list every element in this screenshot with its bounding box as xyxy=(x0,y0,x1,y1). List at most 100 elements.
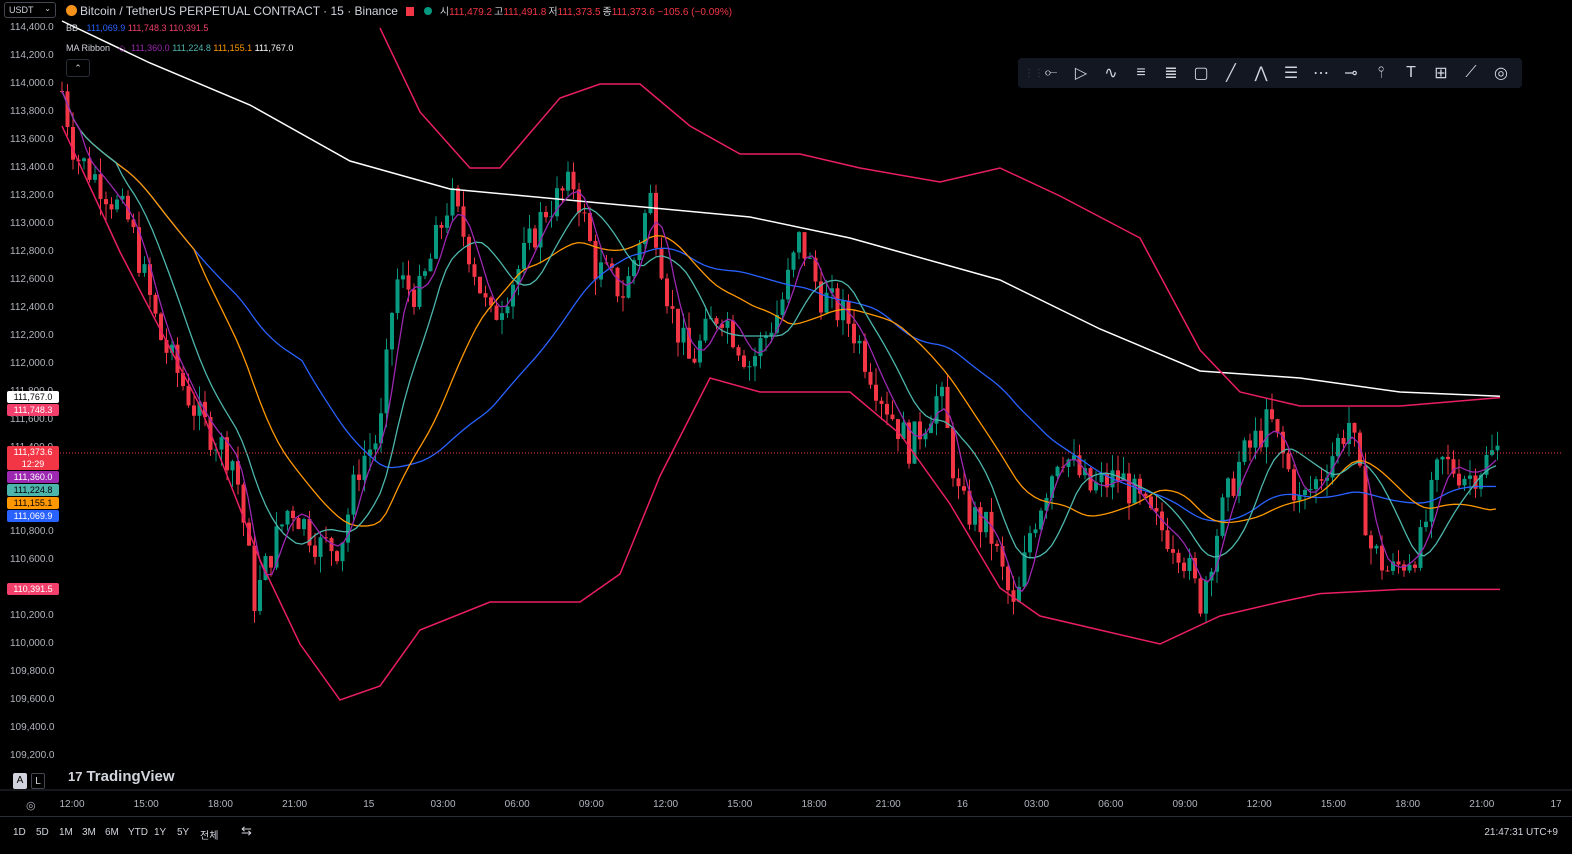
range-button-1M[interactable]: 1M xyxy=(59,827,73,838)
ohlc-value: 111,479.2 xyxy=(449,7,493,18)
price-badge: 110,391.5 xyxy=(7,583,59,596)
candles-layer xyxy=(60,81,1500,624)
price-tick-label: 112,000.0 xyxy=(10,358,54,369)
range-button-YTD[interactable]: YTD xyxy=(128,827,148,838)
range-button-1Y[interactable]: 1Y xyxy=(154,827,166,838)
ma-ribbon-legend[interactable]: MA Ribbon ◇ 111,360.0 111,224.8 111,155.… xyxy=(66,43,293,54)
symbol-title[interactable]: Bitcoin / TetherUS PERPETUAL CONTRACT · … xyxy=(66,3,732,18)
candle-body xyxy=(472,264,477,277)
candle-body xyxy=(841,300,845,321)
brush-icon[interactable]: ⟋ xyxy=(1456,61,1486,85)
trend-angle-icon[interactable]: ▷ xyxy=(1066,61,1096,85)
candle-body xyxy=(296,518,301,530)
time-tick-label: 18:00 xyxy=(1395,799,1421,810)
price-badge: 111,069.9 xyxy=(7,509,59,522)
candle-body xyxy=(1374,545,1379,549)
pitchfork-icon[interactable]: ⫯ xyxy=(1366,61,1396,85)
candle-body xyxy=(1204,580,1208,614)
flag-icon[interactable] xyxy=(405,7,414,16)
candle-body xyxy=(571,171,576,190)
time-tick-label: 18:00 xyxy=(207,799,233,810)
tradingview-logo[interactable]: 17 TradingView xyxy=(68,768,175,785)
fib-retracement-icon[interactable]: ☰ xyxy=(1276,61,1306,85)
candle-body xyxy=(104,199,108,205)
candle-body xyxy=(1033,529,1038,534)
range-button-3M[interactable]: 3M xyxy=(82,827,96,838)
candle-body xyxy=(335,551,339,562)
ma-purple-line xyxy=(61,90,1497,593)
market-status-icon xyxy=(423,7,432,15)
text-icon[interactable]: T xyxy=(1396,61,1426,85)
price-badge-text: 111,069.9 xyxy=(13,510,53,521)
clock[interactable]: 21:47:31 UTC+9 xyxy=(1484,827,1558,838)
candle-body xyxy=(291,510,295,519)
candle-body xyxy=(808,257,812,259)
candle-body xyxy=(456,188,460,207)
candle-body xyxy=(1182,562,1186,572)
price-tick-label: 112,800.0 xyxy=(10,246,54,257)
candle-body xyxy=(1462,478,1467,486)
candle-body xyxy=(1418,527,1423,568)
candle-body xyxy=(269,556,273,568)
time-tick-label: 15:00 xyxy=(133,799,159,810)
price-tick-label: 113,800.0 xyxy=(10,106,54,117)
candle-body xyxy=(1226,478,1230,498)
price-badge-text: 111,373.6 xyxy=(13,446,53,457)
quote-selector[interactable]: USDT ⌄ xyxy=(4,2,56,18)
circle-target-icon[interactable]: ◎ xyxy=(1486,61,1516,85)
range-button-6M[interactable]: 6M xyxy=(105,827,119,838)
range-button-전체[interactable]: 전체 xyxy=(200,827,218,842)
collapse-legend-button[interactable]: ⌃ xyxy=(66,59,90,77)
drag-handle-icon[interactable]: ⋮⋮ xyxy=(1024,68,1044,79)
candle-body xyxy=(890,414,895,420)
cross-line-icon[interactable]: ⊸ xyxy=(1336,61,1366,85)
time-tick-label: 06:00 xyxy=(1098,799,1124,810)
price-badge: 111,748.3 xyxy=(7,403,59,416)
fib-fan-icon[interactable]: ≣ xyxy=(1156,61,1186,85)
bb-legend[interactable]: BB 111,069.9 111,748.3 110,391.5 xyxy=(66,23,208,33)
arrow-path-icon[interactable]: ∿ xyxy=(1096,61,1126,85)
candle-body xyxy=(98,174,103,200)
timezone-settings-icon[interactable]: ◎ xyxy=(26,799,36,812)
range-button-5D[interactable]: 5D xyxy=(36,827,49,838)
chevron-up-icon: ⌃ xyxy=(74,62,82,73)
horizontal-line-icon[interactable]: ⟜ xyxy=(1036,61,1066,85)
candle-body xyxy=(698,340,702,363)
bb-basis-value: 111,069.9 xyxy=(86,23,126,33)
ohlc-key: 고 xyxy=(494,7,504,18)
fib-extension-icon[interactable]: ⋯ xyxy=(1306,61,1336,85)
price-chart[interactable] xyxy=(0,0,1572,853)
candle-body xyxy=(258,580,262,612)
drawing-toolbar: ⋮⋮ ⟜ ▷ ∿ ≡ ≣ ▢ ╱ ⋀ ☰ ⋯ ⊸ ⫯ T ⊞ ⟋ ◎ xyxy=(1018,58,1522,88)
candle-body xyxy=(758,338,763,357)
candle-body xyxy=(1143,493,1148,497)
price-badge-text: 110,391.5 xyxy=(13,584,53,595)
quote-selector-label: USDT xyxy=(9,5,34,15)
ray-icon[interactable]: ╱ xyxy=(1216,61,1246,85)
bb-label: BB xyxy=(66,23,79,33)
change-value: −105.6 (−0.09%) xyxy=(654,7,733,18)
candle-body xyxy=(252,545,257,612)
candle-body xyxy=(544,211,548,218)
candle-body xyxy=(395,279,400,313)
grid-measure-icon[interactable]: ⊞ xyxy=(1426,61,1456,85)
candle-body xyxy=(1264,409,1269,448)
time-tick-label: 12:00 xyxy=(1246,799,1272,810)
polyline-icon[interactable]: ⋀ xyxy=(1246,61,1276,85)
range-button-1D[interactable]: 1D xyxy=(13,827,26,838)
candle-body xyxy=(676,308,680,343)
price-tick-label: 110,600.0 xyxy=(10,554,54,565)
date-range-icon[interactable]: ⇆ xyxy=(241,823,252,839)
candle-body xyxy=(318,537,323,557)
candle-body xyxy=(742,355,746,367)
rectangle-icon[interactable]: ▢ xyxy=(1186,61,1216,85)
candle-body xyxy=(417,275,422,307)
candle-body xyxy=(879,400,884,404)
log-scale-button[interactable]: L xyxy=(31,773,45,789)
candle-body xyxy=(87,158,92,180)
price-tick-label: 113,200.0 xyxy=(10,190,54,201)
range-button-5Y[interactable]: 5Y xyxy=(177,827,189,838)
parallel-channel-icon[interactable]: ≡ xyxy=(1126,61,1156,85)
auto-scale-button[interactable]: A xyxy=(13,773,27,789)
price-tick-label: 110,800.0 xyxy=(10,526,54,537)
